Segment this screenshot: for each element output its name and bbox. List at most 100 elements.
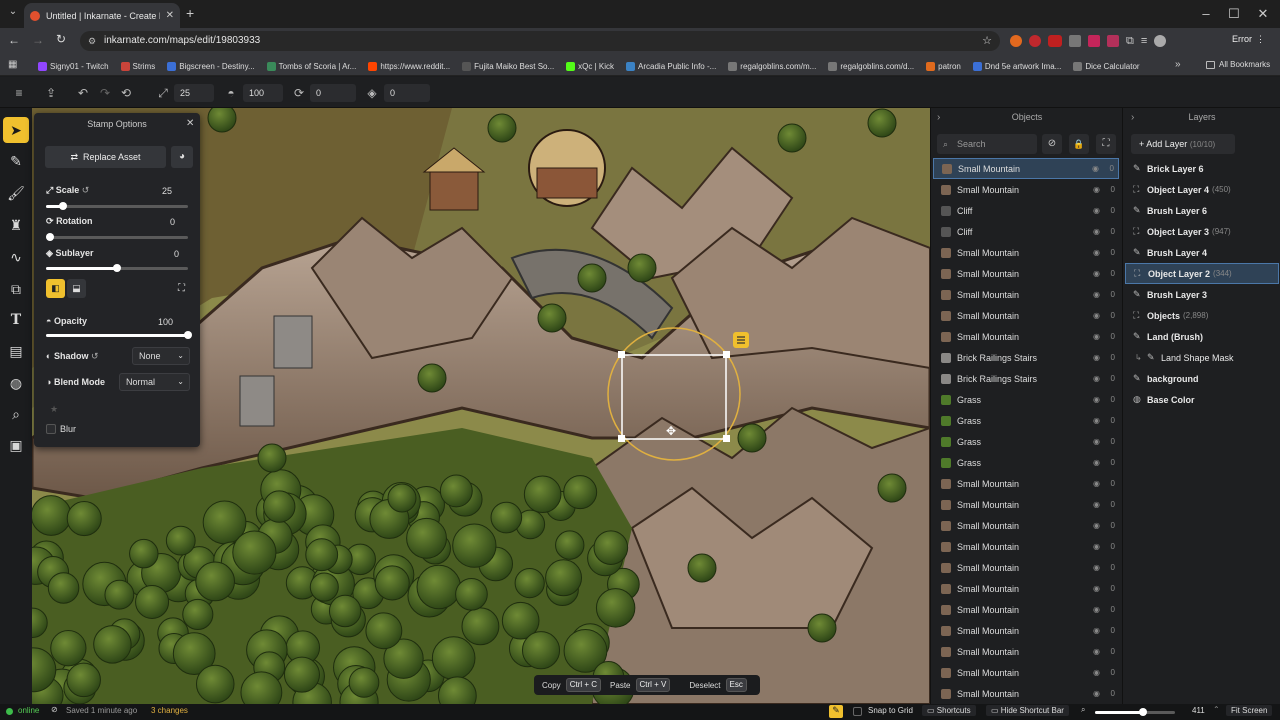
object-list-item[interactable]: Small Mountain ◉ 0 xyxy=(933,683,1119,704)
rotation-input[interactable]: 0 xyxy=(310,84,356,102)
object-list-item[interactable]: Small Mountain ◉ 0 xyxy=(933,536,1119,557)
extension-icon[interactable] xyxy=(1029,35,1041,47)
scale-input[interactable]: 25 xyxy=(174,84,214,102)
visibility-icon[interactable]: ◉ xyxy=(1093,311,1105,320)
lock-icon[interactable]: 🔒 xyxy=(1069,134,1089,154)
reset-scale-icon[interactable]: ↺ xyxy=(82,185,90,195)
layer-list-item[interactable]: ✎ Land (Brush) xyxy=(1125,326,1279,347)
visibility-icon[interactable]: ◉ xyxy=(1093,458,1105,467)
bookmark-link[interactable]: Tombs of Scoria | Ar... xyxy=(266,60,356,72)
scale-slider[interactable] xyxy=(46,202,188,210)
stamp-tool-icon[interactable]: ♜ xyxy=(3,212,29,238)
object-list-item[interactable]: Small Mountain ◉ 0 xyxy=(933,557,1119,578)
reset-shadow-icon[interactable]: ↺ xyxy=(91,351,99,361)
bookmark-link[interactable]: https://www.reddit... xyxy=(368,60,450,72)
resize-handle-se[interactable] xyxy=(723,435,730,442)
select-all-icon[interactable]: ⛶ xyxy=(1096,134,1116,154)
objects-search-input[interactable]: ⌕ Search xyxy=(937,134,1037,154)
object-list-item[interactable]: Small Mountain ◉ 0 xyxy=(933,473,1119,494)
replace-asset-button[interactable]: ⇄ Replace Asset xyxy=(45,146,166,168)
resize-handle-ne[interactable] xyxy=(723,351,730,358)
object-list-item[interactable]: Cliff ◉ 0 xyxy=(933,221,1119,242)
visibility-icon[interactable]: ◉ xyxy=(1093,668,1105,677)
shortcuts-button[interactable]: ▭ Shortcuts xyxy=(922,705,976,716)
visibility-icon[interactable]: ◉ xyxy=(1093,605,1105,614)
snap-grid-checkbox[interactable] xyxy=(853,707,862,716)
extensions-puzzle-icon[interactable]: ⧉ xyxy=(1126,35,1134,48)
layer-list-item[interactable]: ⛶ Objects (2,898) xyxy=(1125,305,1279,326)
save-tool-icon[interactable]: ▣ xyxy=(3,432,29,458)
all-bookmarks-link[interactable]: All Bookmarks xyxy=(1206,60,1270,69)
object-list-item[interactable]: Grass ◉ 0 xyxy=(933,410,1119,431)
opacity-input[interactable]: 100 xyxy=(243,84,283,102)
profile-icon[interactable] xyxy=(1154,35,1167,47)
visibility-icon[interactable]: ◉ xyxy=(1093,689,1105,698)
rotation-slider[interactable] xyxy=(46,233,188,241)
visibility-icon[interactable]: ◉ xyxy=(1093,626,1105,635)
deselect-shortcut-label[interactable]: Deselect xyxy=(689,681,720,690)
pencil-icon[interactable]: ✎ xyxy=(829,705,843,718)
object-list-item[interactable]: Small Mountain ◉ 0 xyxy=(933,326,1119,347)
layer-list-item[interactable]: ✎ Brick Layer 6 xyxy=(1125,158,1279,179)
fit-screen-button[interactable]: Fit Screen xyxy=(1226,705,1273,716)
close-window-icon[interactable]: ✕ xyxy=(1249,4,1277,24)
brush-tool-icon[interactable]: 🖌 xyxy=(3,180,29,206)
slider-knob[interactable] xyxy=(46,233,54,241)
browser-tab[interactable]: Untitled | Inkarnate - Create Fa ✕ xyxy=(24,3,180,28)
url-bar[interactable]: ⚙ inkarnate.com/maps/edit/19803933 ☆ xyxy=(80,31,1000,51)
apps-grid-icon[interactable]: ▦ xyxy=(8,59,17,70)
visibility-icon[interactable]: ◉ xyxy=(1093,416,1105,425)
extension-icon[interactable] xyxy=(1107,35,1119,47)
undo-icon[interactable]: ↶ xyxy=(74,84,92,102)
paste-shortcut-label[interactable]: Paste xyxy=(610,681,630,690)
site-info-icon[interactable]: ⚙ xyxy=(88,31,96,51)
bookmark-link[interactable]: Dice Calculator xyxy=(1073,60,1140,72)
menu-icon[interactable]: ≡ xyxy=(10,84,28,102)
bookmark-link[interactable]: regalgoblins.com/d... xyxy=(828,60,914,72)
visibility-icon[interactable]: ◉ xyxy=(1093,584,1105,593)
layer-list-item[interactable]: ⛶ Object Layer 2 (344) xyxy=(1125,263,1279,284)
profile-error-button[interactable]: Error ⋮ xyxy=(1232,34,1265,45)
visibility-icon[interactable]: ◉ xyxy=(1092,164,1104,173)
layer-list-item[interactable]: ✎ Brush Layer 3 xyxy=(1125,284,1279,305)
globe-tool-icon[interactable]: ◍ xyxy=(3,370,29,396)
zoom-tool-icon[interactable]: ⌕ xyxy=(3,401,29,427)
layer-list-item[interactable]: ⛶ Object Layer 4 (450) xyxy=(1125,179,1279,200)
layer-list-item[interactable]: ✎ Brush Layer 4 xyxy=(1125,242,1279,263)
visibility-icon[interactable]: ◉ xyxy=(1093,521,1105,530)
visibility-icon[interactable]: ◉ xyxy=(1093,185,1105,194)
object-list-item[interactable]: Small Mountain ◉ 0 xyxy=(933,158,1119,179)
text-tool-icon[interactable]: T xyxy=(3,307,29,333)
maximize-icon[interactable]: ☐ xyxy=(1220,4,1248,24)
bookmark-link[interactable]: Signy01 - Twitch xyxy=(38,60,109,72)
blur-checkbox[interactable] xyxy=(46,424,56,434)
visibility-icon[interactable]: ◉ xyxy=(1093,269,1105,278)
visibility-icon[interactable]: ◉ xyxy=(1093,206,1105,215)
zoom-value[interactable]: 411 xyxy=(1192,706,1205,715)
shadow-select[interactable]: None ⌄ xyxy=(132,347,190,365)
new-tab-button[interactable]: + xyxy=(186,5,194,21)
flip-horizontal-button[interactable]: ◧ xyxy=(46,279,65,298)
object-list-item[interactable]: Brick Railings Stairs ◉ 0 xyxy=(933,368,1119,389)
visibility-icon[interactable]: ◉ xyxy=(1093,353,1105,362)
bookmark-link[interactable]: Fujita Maiko Best So... xyxy=(462,60,554,72)
layer-list-item[interactable]: ⛶ Object Layer 3 (947) xyxy=(1125,221,1279,242)
bookmark-star-icon[interactable]: ☆ xyxy=(982,31,992,51)
object-list-item[interactable]: Grass ◉ 0 xyxy=(933,452,1119,473)
visibility-icon[interactable]: ◉ xyxy=(1093,395,1105,404)
paint-tool-icon[interactable]: ✎ xyxy=(3,148,29,174)
object-list-item[interactable]: Small Mountain ◉ 0 xyxy=(933,263,1119,284)
opacity-slider[interactable] xyxy=(46,331,192,339)
opacity-value[interactable]: 100 xyxy=(158,317,173,327)
extension-icon[interactable] xyxy=(1069,35,1081,47)
visibility-icon[interactable]: ◉ xyxy=(1093,479,1105,488)
minimize-icon[interactable]: – xyxy=(1192,4,1220,24)
visibility-icon[interactable]: ◉ xyxy=(1093,227,1105,236)
extension-icon[interactable] xyxy=(1010,35,1022,47)
blend-mode-select[interactable]: Normal ⌄ xyxy=(119,373,190,391)
back-icon[interactable]: ← xyxy=(8,33,20,47)
object-list-item[interactable]: Cliff ◉ 0 xyxy=(933,200,1119,221)
slider-knob[interactable] xyxy=(59,202,67,210)
close-panel-icon[interactable]: ✕ xyxy=(186,118,194,129)
copy-shortcut-label[interactable]: Copy xyxy=(542,681,561,690)
